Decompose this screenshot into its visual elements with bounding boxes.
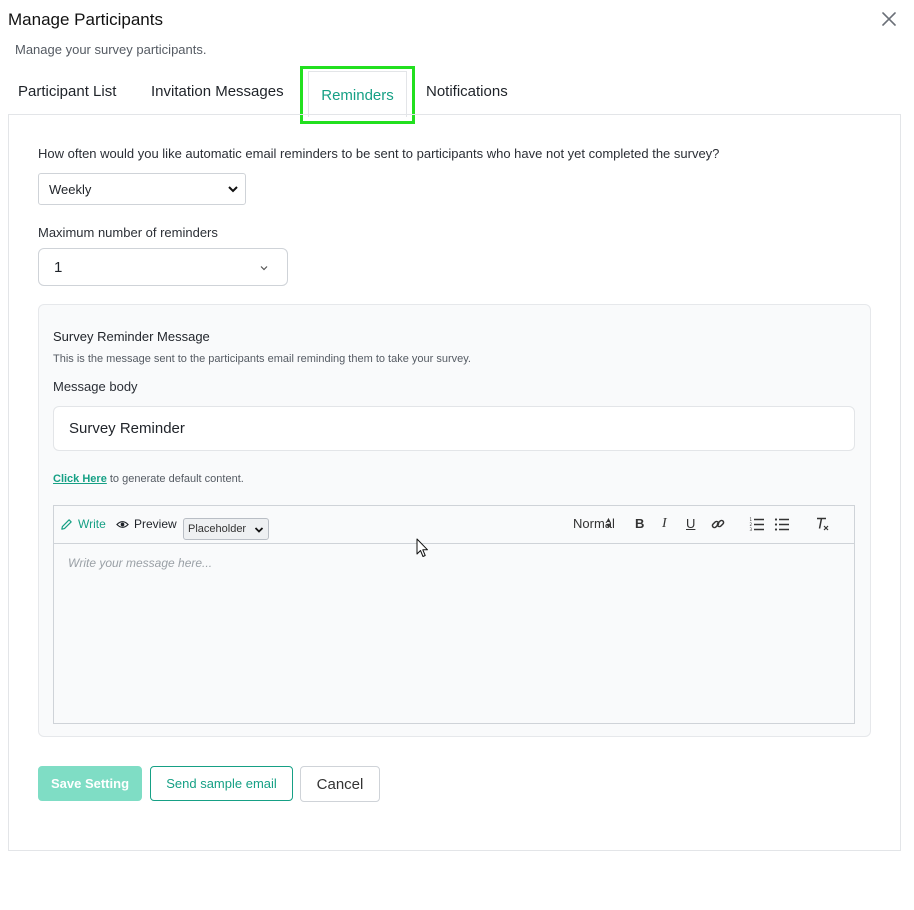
frequency-value: Weekly — [49, 182, 92, 197]
placeholder-select[interactable]: Placeholder — [183, 518, 269, 540]
close-button[interactable] — [879, 9, 899, 29]
subject-input[interactable] — [53, 406, 855, 451]
ordered-list-button[interactable]: 1 2 3 — [749, 516, 765, 532]
frequency-question: How often would you like automatic email… — [38, 146, 720, 161]
mouse-cursor-icon — [416, 538, 428, 557]
bullet-list-icon — [774, 518, 789, 531]
format-select[interactable]: Normal ▲ ▼ — [573, 516, 615, 531]
pencil-icon — [61, 518, 72, 530]
max-reminders-value: 1 — [54, 259, 63, 276]
close-icon — [882, 12, 896, 26]
message-editor: Write Preview Placeholder Normal ▲ ▼ B I … — [53, 505, 855, 724]
save-setting-button[interactable]: Save Setting — [38, 766, 142, 801]
editor-textarea[interactable]: Write your message here... — [54, 545, 854, 723]
generate-text: to generate default content. — [106, 473, 244, 485]
editor-toolbar: Write Preview Placeholder Normal ▲ ▼ B I … — [54, 506, 854, 544]
max-reminders-select[interactable]: 1 — [38, 248, 288, 286]
generate-default-line: Click Here to generate default content. — [53, 473, 244, 485]
write-tab[interactable]: Write — [60, 517, 106, 531]
preview-tab[interactable]: Preview — [116, 517, 177, 531]
tab-reminders-label: Reminders — [308, 71, 407, 117]
bullet-list-button[interactable] — [774, 516, 790, 532]
click-here-link[interactable]: Click Here — [53, 473, 107, 485]
max-reminders-label: Maximum number of reminders — [38, 225, 218, 240]
ordered-list-icon: 1 2 3 — [750, 517, 764, 532]
preview-label: Preview — [134, 517, 177, 531]
chevron-down-icon — [260, 266, 268, 271]
send-sample-email-button[interactable]: Send sample email — [150, 766, 293, 801]
link-icon — [711, 519, 725, 529]
clear-format-button[interactable] — [814, 516, 830, 532]
chevron-down-icon — [228, 186, 238, 193]
modal-subtitle: Manage your survey participants. — [15, 42, 207, 57]
link-button[interactable] — [710, 516, 726, 532]
format-arrows-icon: ▲ ▼ — [605, 517, 612, 530]
bold-button[interactable]: B — [635, 516, 651, 532]
card-title: Survey Reminder Message — [53, 329, 210, 344]
message-body-label: Message body — [53, 379, 138, 394]
modal-title: Manage Participants — [8, 10, 163, 29]
placeholder-select-value: Placeholder — [188, 523, 247, 535]
write-label: Write — [78, 517, 106, 531]
svg-text:3: 3 — [750, 527, 753, 532]
chevron-down-icon — [254, 527, 264, 533]
underline-button[interactable]: U — [686, 516, 702, 532]
clear-format-icon — [817, 517, 829, 531]
italic-button[interactable]: I — [662, 516, 678, 532]
cancel-button[interactable]: Cancel — [300, 766, 380, 802]
frequency-select[interactable]: Weekly — [38, 173, 246, 205]
editor-placeholder: Write your message here... — [68, 556, 213, 570]
eye-icon — [116, 520, 129, 528]
card-description: This is the message sent to the particip… — [53, 353, 471, 365]
